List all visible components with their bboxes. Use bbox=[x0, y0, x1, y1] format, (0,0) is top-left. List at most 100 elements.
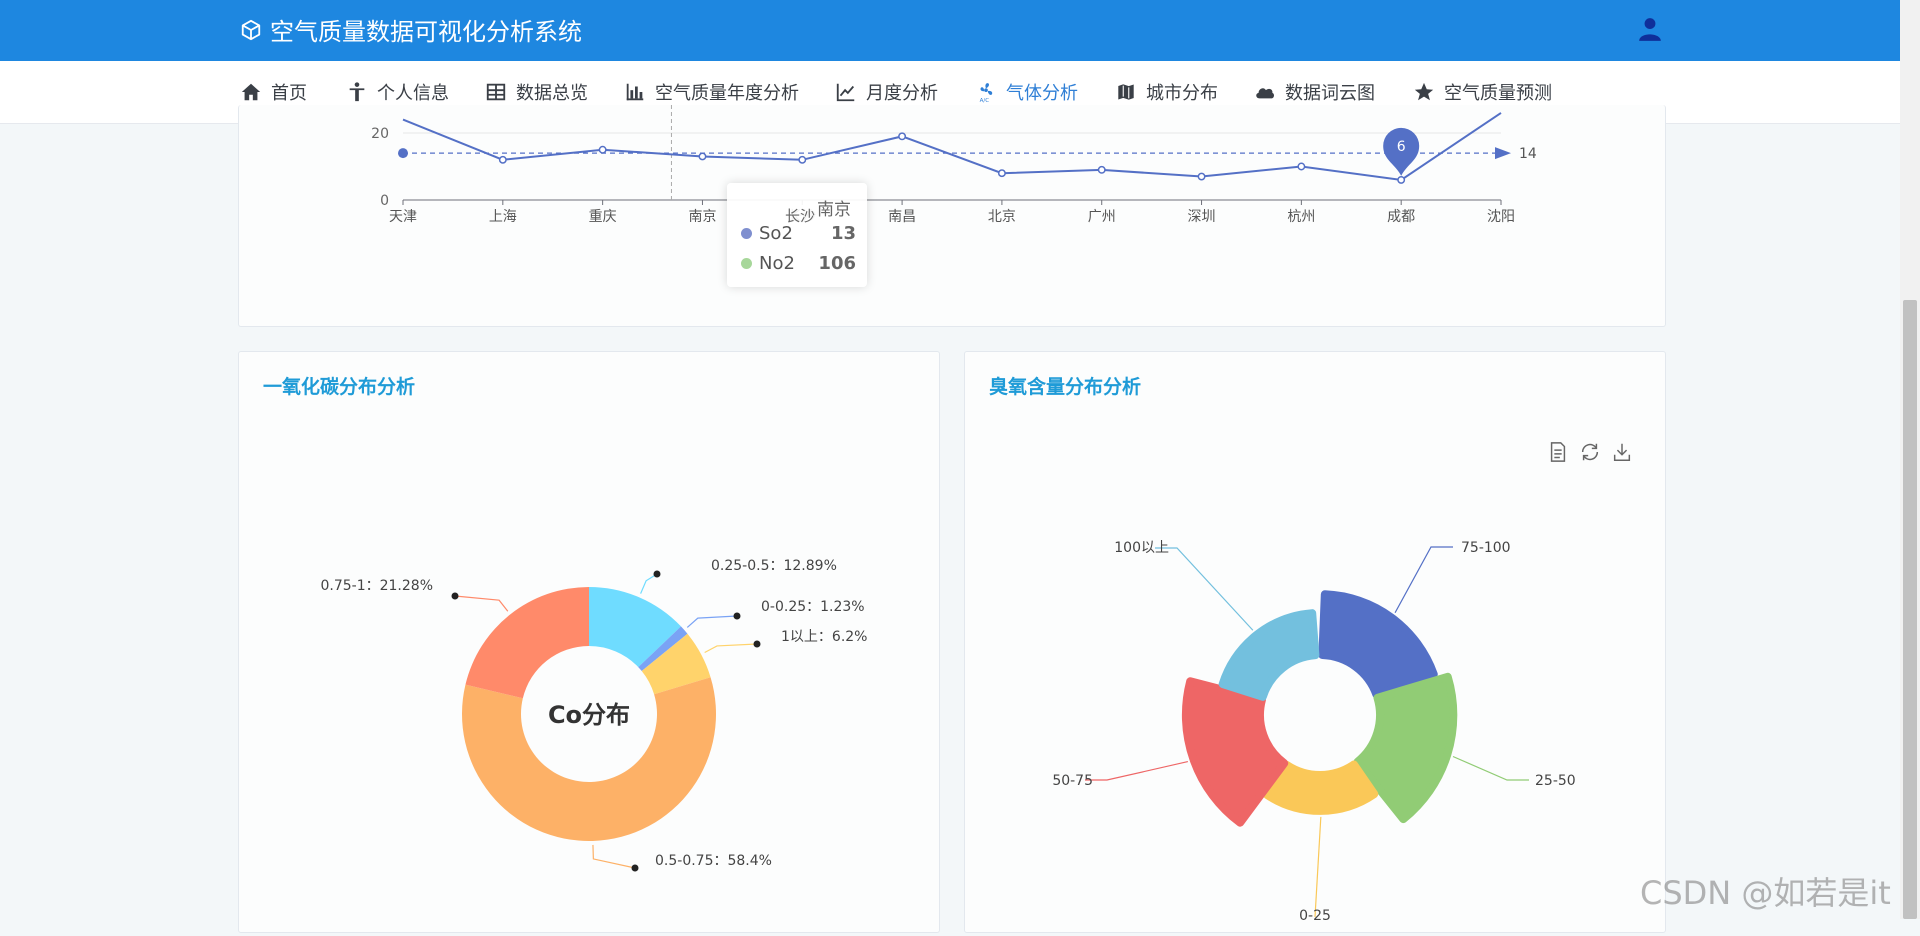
nav-label: 城市分布 bbox=[1146, 83, 1218, 104]
pie-center-label: Co分布 bbox=[548, 701, 630, 729]
svg-text:A/C: A/C bbox=[980, 98, 990, 103]
label-dot bbox=[451, 592, 459, 600]
pie-slice bbox=[465, 587, 589, 699]
x-tick-label: 天津 bbox=[389, 209, 417, 225]
page-scrollbar[interactable] bbox=[1900, 0, 1920, 919]
tooltip-title: 南京 bbox=[817, 200, 851, 220]
nav-label: 空气质量年度分析 bbox=[655, 83, 799, 104]
label-leader-line bbox=[454, 595, 509, 612]
tooltip-row: So2 13 bbox=[741, 223, 856, 244]
map-icon bbox=[1117, 82, 1135, 102]
co-distribution-card: 一氧化碳分布分析 0.25-0.5：12.89% 0-0.25：1.23% 1以上：… bbox=[238, 351, 940, 933]
markpoint-label: 6 bbox=[1397, 139, 1406, 155]
x-tick-label: 上海 bbox=[489, 209, 517, 225]
x-tick-label: 成都 bbox=[1387, 209, 1415, 225]
nav-label: 个人信息 bbox=[377, 83, 449, 104]
data-point bbox=[1197, 172, 1206, 181]
nav-label: 空气质量预测 bbox=[1444, 83, 1552, 104]
x-tick-label: 北京 bbox=[988, 209, 1016, 225]
nav-label: 首页 bbox=[271, 83, 307, 104]
slice-label: 0-0.25：1.23% bbox=[761, 599, 865, 615]
gas-line-card: 020天津上海重庆南京长沙南昌北京广州深圳杭州成都沈阳146 bbox=[238, 105, 1666, 327]
x-tick-label: 南昌 bbox=[888, 209, 916, 225]
app-header: 空气质量数据可视化分析系统 bbox=[0, 0, 1900, 61]
tooltip-series-value: 106 bbox=[818, 253, 856, 274]
x-tick-label: 广州 bbox=[1088, 209, 1116, 225]
label-leader-line bbox=[1155, 547, 1254, 631]
app-brand[interactable]: 空气质量数据可视化分析系统 bbox=[240, 12, 582, 47]
table-icon bbox=[486, 83, 506, 101]
chart-tooltip: 长沙 南京 So2 13 No2 106 bbox=[727, 183, 867, 287]
slice-label: 1以上：6.2% bbox=[781, 629, 867, 645]
watermark: CSDN @如若是it bbox=[1640, 874, 1891, 912]
bar-chart-icon bbox=[626, 83, 644, 101]
scrollbar-thumb[interactable] bbox=[1903, 300, 1917, 919]
series-marker-icon bbox=[741, 228, 752, 239]
rose-slice bbox=[1181, 677, 1289, 827]
save-image-icon[interactable] bbox=[1611, 441, 1633, 463]
line-chart-icon bbox=[836, 83, 855, 102]
cloud-icon bbox=[1256, 88, 1274, 99]
gas-line-chart: 020天津上海重庆南京长沙南昌北京广州深圳杭州成都沈阳146 bbox=[371, 105, 1537, 225]
slice-label: 0.25-0.5：12.89% bbox=[711, 558, 837, 574]
nav-label: 数据词云图 bbox=[1285, 83, 1375, 104]
markline-label: 14 bbox=[1519, 146, 1537, 162]
rose-slice bbox=[1263, 760, 1379, 815]
card-title: 一氧化碳分布分析 bbox=[263, 376, 416, 398]
tooltip-series-name: So2 bbox=[759, 223, 793, 244]
tooltip-row: No2 106 bbox=[741, 253, 856, 274]
x-tick-label: 沈阳 bbox=[1487, 209, 1515, 225]
data-point bbox=[1397, 175, 1406, 184]
data-point bbox=[1297, 162, 1306, 171]
label-leader-line bbox=[640, 573, 658, 594]
rose-slice bbox=[1318, 590, 1438, 699]
restore-icon[interactable] bbox=[1579, 441, 1601, 463]
series-line-so2 bbox=[402, 112, 1502, 181]
co-pie-chart: 0.25-0.5：12.89% 0-0.25：1.23% 1以上：6.2% 0.5-0… bbox=[320, 558, 867, 872]
nav-label: 月度分析 bbox=[866, 83, 938, 104]
slice-label: 0.5-0.75：58.4% bbox=[655, 853, 772, 869]
x-tick-label: 杭州 bbox=[1287, 209, 1315, 225]
app-title: 空气质量数据可视化分析系统 bbox=[270, 18, 582, 46]
user-icon[interactable] bbox=[1637, 16, 1663, 42]
label-dot bbox=[631, 864, 639, 872]
home-icon bbox=[241, 83, 261, 101]
slice-label: 0.75-1：21.28% bbox=[320, 578, 433, 594]
star-icon bbox=[1414, 82, 1434, 101]
label-dot bbox=[733, 612, 741, 620]
nav-label: 数据总览 bbox=[516, 83, 588, 104]
person-icon bbox=[349, 82, 365, 102]
slice-label: 50-75 bbox=[1052, 773, 1093, 789]
ozone-distribution-card: 臭氧含量分布分析 75-100 25-50 0-25 50-75 100以上 bbox=[964, 351, 1666, 933]
label-leader-line bbox=[686, 615, 738, 628]
label-dot bbox=[653, 570, 661, 578]
data-point bbox=[798, 155, 807, 164]
data-point bbox=[698, 152, 707, 161]
tooltip-series-value: 13 bbox=[830, 223, 856, 244]
data-point bbox=[598, 145, 607, 154]
label-leader-line bbox=[1394, 546, 1453, 614]
x-tick-label: 重庆 bbox=[589, 209, 617, 225]
label-dot bbox=[753, 640, 761, 648]
data-point bbox=[997, 169, 1006, 178]
x-tick-label: 南京 bbox=[688, 209, 716, 225]
ozone-rose-chart: 75-100 25-50 0-25 50-75 100以上 bbox=[1052, 540, 1576, 924]
rose-slice bbox=[1218, 609, 1320, 701]
label-leader-line bbox=[704, 643, 758, 654]
markline-arrow-icon bbox=[1495, 147, 1511, 160]
nav-label: 气体分析 bbox=[1006, 83, 1078, 104]
slice-label: 25-50 bbox=[1535, 773, 1576, 789]
tooltip-series-name: No2 bbox=[759, 253, 795, 274]
data-view-icon[interactable] bbox=[1547, 441, 1569, 463]
slice-label: 75-100 bbox=[1461, 540, 1511, 556]
series-marker-icon bbox=[741, 258, 752, 269]
label-leader-line bbox=[1314, 816, 1322, 918]
label-leader-line bbox=[1085, 761, 1189, 781]
x-tick-label: 深圳 bbox=[1188, 209, 1216, 225]
data-point bbox=[498, 155, 507, 164]
fan-icon: A/C bbox=[980, 83, 993, 103]
data-point bbox=[898, 132, 907, 141]
label-leader-line bbox=[592, 844, 636, 869]
cube-icon bbox=[241, 19, 261, 40]
data-point bbox=[1097, 165, 1106, 174]
